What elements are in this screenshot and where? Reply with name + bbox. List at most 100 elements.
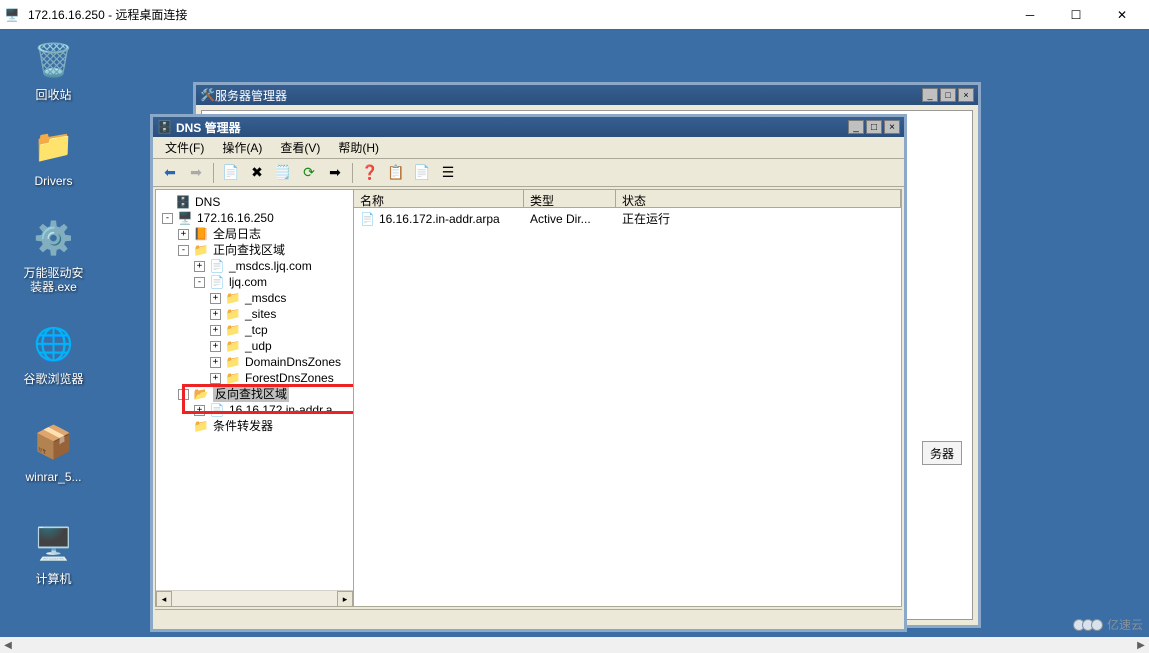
desktop-icon-glyph: 📁 [30,122,78,170]
menu-action[interactable]: 操作(A) [214,137,270,158]
col-type[interactable]: 类型 [524,190,616,207]
tree-ljq[interactable]: -📄ljq.com [156,274,353,290]
server-icon: 🖥️ [177,210,193,226]
tree-udp[interactable]: +📁_udp [156,338,353,354]
scroll-right-button[interactable]: ▸ [337,591,353,606]
expander-icon[interactable]: - [178,245,189,256]
expander-icon[interactable]: + [194,261,205,272]
desktop-icon[interactable]: ⚙️ 万能驱动安装器.exe [16,214,91,294]
table-row[interactable]: 📄16.16.172.in-addr.arpaActive Dir...正在运行 [354,208,901,229]
expander-icon[interactable]: + [210,373,221,384]
options-button[interactable]: ☰ [437,162,459,184]
server-manager-titlebar[interactable]: 🛠️ 服务器管理器 _ □ × [196,85,978,105]
desktop-icon-glyph: 🗑️ [30,36,78,84]
dns-titlebar[interactable]: 🗄️DNS 管理器 _ □ × [153,117,904,137]
folder-icon: 📁 [225,322,241,338]
dns-statusbar [155,609,902,627]
tree-server[interactable]: -🖥️172.16.16.250 [156,210,353,226]
rdp-titlebar: 🖥️ 172.16.16.250 - 远程桌面连接 ─ ☐ ✕ [0,0,1149,30]
desktop-icon-label: winrar_5... [16,470,91,484]
desktop-icon[interactable]: 🌐谷歌浏览器 [16,320,91,386]
help-button[interactable]: ❓ [359,162,381,184]
delete-button[interactable]: ✖ [246,162,268,184]
zone-icon: 📄 [209,402,225,418]
desktop-icon-glyph: 🖥️ [30,520,78,568]
server-minimize-button[interactable]: _ [922,88,938,102]
menu-help[interactable]: 帮助(H) [330,137,387,158]
expander-icon[interactable]: - [162,213,173,224]
tree-msdcs-ljq[interactable]: +📄_msdcs.ljq.com [156,258,353,274]
tree-tcp[interactable]: +📁_tcp [156,322,353,338]
expander-icon[interactable]: - [178,389,189,400]
dns-list[interactable]: 名称 类型 状态 📄16.16.172.in-addr.arpaActive D… [354,190,901,606]
expander-icon[interactable]: + [194,405,205,416]
folder-icon: 📁 [225,370,241,386]
folder-icon: 📁 [225,354,241,370]
tree-domaindns[interactable]: +📁DomainDnsZones [156,354,353,370]
tree-dns-root[interactable]: 🗄️DNS [156,194,353,210]
desktop-icon[interactable]: 📁 Drivers [16,122,91,188]
new-button[interactable]: 📄 [411,162,433,184]
col-name[interactable]: 名称 [354,190,524,207]
tree-conditional-forwarders[interactable]: 📁条件转发器 [156,418,353,434]
expander-icon[interactable]: + [210,309,221,320]
rdp-title-text: 172.16.16.250 - 远程桌面连接 [28,6,1007,23]
expander-icon[interactable]: + [210,357,221,368]
tree-sites[interactable]: +📁_sites [156,306,353,322]
maximize-button[interactable]: ☐ [1053,0,1099,30]
tree-reverse-item[interactable]: +📄16.16.172.in-addr.a [156,402,353,418]
expander-icon[interactable]: + [210,325,221,336]
dns-tree[interactable]: 🗄️DNS -🖥️172.16.16.250 +📙全局日志 -📁正向查找区域 +… [156,190,354,606]
back-button[interactable]: ⬅ [159,162,181,184]
side-services-button[interactable]: 务器 [922,441,962,465]
list-body[interactable]: 📄16.16.172.in-addr.arpaActive Dir...正在运行 [354,208,901,606]
scroll-left-button[interactable]: ◂ [156,591,172,606]
forward-button[interactable]: ➡ [185,162,207,184]
export-button[interactable]: ➡ [324,162,346,184]
watermark: 亿速云 [1076,616,1143,633]
tree-reverse-zone[interactable]: -📂反向查找区域 [156,386,353,402]
properties-button[interactable]: 🗒️ [272,162,294,184]
log-icon: 📙 [193,226,209,242]
tree-msdcs[interactable]: +📁_msdcs [156,290,353,306]
col-status[interactable]: 状态 [616,190,901,207]
close-button[interactable]: ✕ [1099,0,1145,30]
tree-global-log[interactable]: +📙全局日志 [156,226,353,242]
toolbar-separator-2 [352,163,353,183]
outer-scroll-track[interactable] [16,637,1133,653]
dns-minimize-button[interactable]: _ [848,120,864,134]
desktop-icon-glyph: ⚙️ [30,214,78,262]
server-close-button[interactable]: × [958,88,974,102]
outer-scroll-left[interactable]: ◀ [0,637,16,653]
refresh-button[interactable]: ⟳ [298,162,320,184]
expander-icon[interactable]: + [210,293,221,304]
menu-view[interactable]: 查看(V) [272,137,328,158]
desktop-icon-label: 万能驱动安装器.exe [16,266,91,294]
expander-icon[interactable]: + [210,341,221,352]
watermark-text: 亿速云 [1107,616,1143,633]
outer-scroll-right[interactable]: ▶ [1133,637,1149,653]
expander-icon[interactable]: - [194,277,205,288]
server-maximize-button[interactable]: □ [940,88,956,102]
desktop-icon[interactable]: 📦winrar_5... [16,418,91,484]
desktop-icon-label: Drivers [16,174,91,188]
minimize-button[interactable]: ─ [1007,0,1053,30]
filter-button[interactable]: 📋 [385,162,407,184]
dns-manager-window[interactable]: 🗄️DNS 管理器 _ □ × 文件(F) 操作(A) 查看(V) 帮助(H) … [150,114,907,632]
dns-close-button[interactable]: × [884,120,900,134]
cell-name: 📄16.16.172.in-addr.arpa [354,210,524,227]
expander-icon[interactable]: + [178,229,189,240]
up-button[interactable]: 📄 [220,162,242,184]
tree-forestdns[interactable]: +📁ForestDnsZones [156,370,353,386]
menu-file[interactable]: 文件(F) [157,137,212,158]
outer-hscrollbar[interactable]: ◀ ▶ [0,637,1149,653]
desktop-icon-label: 计算机 [16,572,91,586]
scroll-track[interactable] [172,591,337,606]
desktop-icon[interactable]: 🗑️ 回收站 [16,36,91,102]
desktop-icon-label: 回收站 [16,88,91,102]
tree-forward-zone[interactable]: -📁正向查找区域 [156,242,353,258]
cell-type: Active Dir... [524,210,616,227]
tree-hscrollbar[interactable]: ◂ ▸ [156,590,353,606]
desktop-icon[interactable]: 🖥️ 计算机 [16,520,91,586]
dns-maximize-button[interactable]: □ [866,120,882,134]
